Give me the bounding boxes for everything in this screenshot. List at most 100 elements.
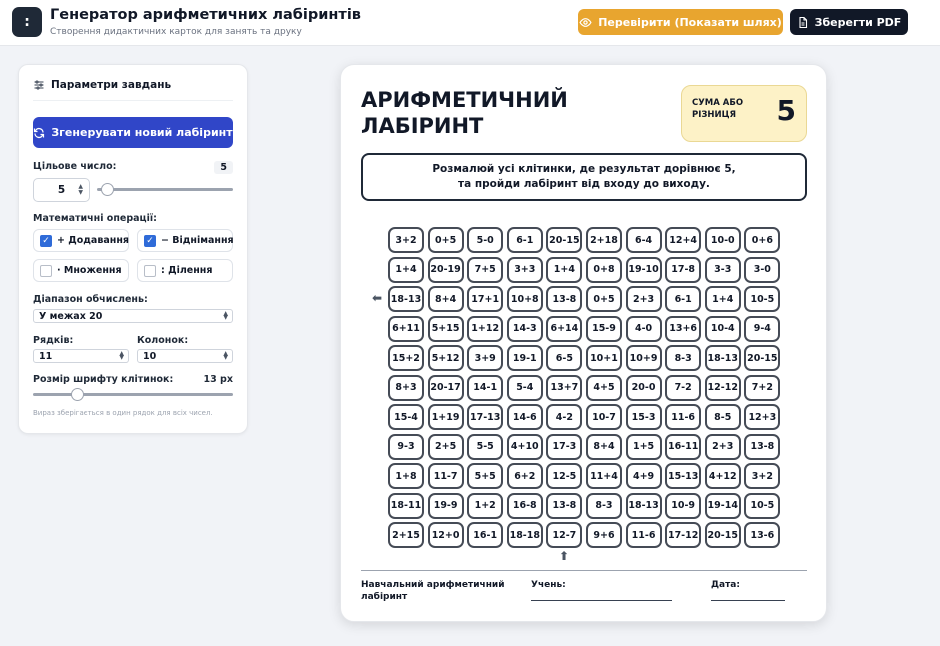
maze-cell[interactable]: 11-6 — [665, 404, 702, 430]
maze-cell[interactable]: 9+6 — [585, 522, 622, 548]
division-checkbox[interactable] — [144, 264, 156, 277]
maze-cell[interactable]: 15-9 — [585, 315, 622, 342]
maze-cell[interactable]: 16-1 — [467, 522, 504, 548]
maze-cell[interactable]: 9-3 — [388, 433, 424, 460]
maze-cell[interactable]: 15-4 — [388, 404, 424, 430]
maze-cell[interactable]: 6+14 — [546, 315, 583, 342]
maze-cell[interactable]: 8-3 — [585, 492, 622, 519]
maze-cell[interactable]: 20-15 — [704, 522, 741, 548]
maze-cell[interactable]: 17-8 — [665, 256, 702, 283]
maze-cell[interactable]: 13-6 — [744, 522, 781, 548]
maze-cell[interactable]: 15+2 — [388, 345, 424, 371]
maze-cell[interactable]: 0+8 — [585, 256, 622, 283]
maze-cell[interactable]: 16-8 — [506, 492, 543, 519]
maze-cell[interactable]: 5+12 — [427, 345, 464, 371]
maze-cell[interactable]: 9-4 — [744, 315, 781, 342]
maze-cell[interactable]: 10-7 — [585, 404, 622, 430]
maze-cell[interactable]: 10-5 — [744, 492, 781, 519]
maze-cell[interactable]: 7+2 — [744, 374, 781, 401]
maze-cell[interactable]: 6-1 — [506, 227, 543, 253]
maze-cell[interactable]: 2+3 — [704, 433, 741, 460]
maze-cell[interactable]: 5-0 — [467, 227, 504, 253]
maze-cell[interactable]: 5+15 — [427, 315, 464, 342]
maze-cell[interactable]: 1+12 — [467, 315, 504, 342]
maze-cell[interactable]: 15-3 — [625, 404, 662, 430]
maze-cell[interactable]: 1+5 — [625, 433, 662, 460]
maze-cell[interactable]: 3+2 — [388, 227, 424, 253]
maze-cell[interactable]: 17-12 — [665, 522, 702, 548]
maze-cell[interactable]: 1+4 — [388, 256, 424, 283]
maze-cell[interactable]: 6-4 — [625, 227, 662, 253]
font-slider-thumb[interactable] — [71, 388, 84, 401]
maze-cell[interactable]: 14-1 — [467, 374, 504, 401]
maze-cell[interactable]: 17-3 — [546, 433, 583, 460]
maze-cell[interactable]: 10-4 — [704, 315, 741, 342]
maze-cell[interactable]: 19-10 — [625, 256, 662, 283]
font-size-slider[interactable] — [33, 393, 233, 396]
op-division[interactable]: : Ділення — [137, 259, 233, 282]
maze-cell[interactable]: 10+8 — [506, 286, 543, 312]
maze-cell[interactable]: 4+9 — [625, 463, 662, 489]
maze-cell[interactable]: 12+4 — [665, 227, 702, 253]
subtraction-checkbox[interactable]: ✓ — [144, 234, 156, 247]
maze-cell[interactable]: 6+11 — [388, 315, 424, 342]
maze-cell[interactable]: 3+3 — [506, 256, 543, 283]
maze-cell[interactable]: 4+12 — [704, 463, 741, 489]
maze-cell[interactable]: 20-17 — [427, 374, 464, 401]
maze-cell[interactable]: 3-0 — [744, 256, 781, 283]
maze-cell[interactable]: 15-13 — [665, 463, 702, 489]
maze-cell[interactable]: 1+19 — [427, 404, 464, 430]
maze-cell[interactable]: 10-9 — [665, 492, 702, 519]
target-number-slider[interactable] — [97, 188, 233, 191]
maze-cell[interactable]: 1+8 — [388, 463, 424, 489]
generate-maze-button[interactable]: Згенерувати новий лабіринт — [33, 117, 233, 148]
op-multiplication[interactable]: · Множення — [33, 259, 129, 282]
maze-cell[interactable]: 19-1 — [506, 345, 543, 371]
maze-cell[interactable]: 5-4 — [506, 374, 543, 401]
maze-cell[interactable]: 19-14 — [704, 492, 741, 519]
maze-cell[interactable]: 18-13 — [625, 492, 662, 519]
maze-cell[interactable]: 1+2 — [467, 492, 504, 519]
maze-cell[interactable]: 7+5 — [467, 256, 504, 283]
maze-cell[interactable]: 13-8 — [744, 433, 781, 460]
check-path-button[interactable]: Перевірити (Показати шлях) — [578, 9, 783, 35]
maze-cell[interactable]: 4+5 — [585, 374, 622, 401]
maze-cell[interactable]: 1+4 — [546, 256, 583, 283]
maze-cell[interactable]: 18-13 — [388, 286, 424, 312]
maze-cell[interactable]: 8+4 — [427, 286, 464, 312]
maze-cell[interactable]: 17+1 — [467, 286, 504, 312]
save-pdf-button[interactable]: Зберегти PDF — [790, 9, 908, 35]
maze-cell[interactable]: 2+5 — [427, 433, 464, 460]
maze-cell[interactable]: 11+4 — [585, 463, 622, 489]
maze-cell[interactable]: 2+18 — [585, 227, 622, 253]
rows-select[interactable]: 11 ▲ ▼ — [33, 349, 129, 363]
maze-cell[interactable]: 20-15 — [744, 345, 781, 371]
maze-cell[interactable]: 13+6 — [665, 315, 702, 342]
op-subtraction[interactable]: ✓ − Віднімання — [137, 229, 234, 252]
addition-checkbox[interactable]: ✓ — [40, 234, 52, 247]
maze-cell[interactable]: 8+4 — [585, 433, 622, 460]
cols-select[interactable]: 10 ▲ ▼ — [137, 349, 233, 363]
maze-cell[interactable]: 4-2 — [546, 404, 583, 430]
maze-cell[interactable]: 16-11 — [665, 433, 702, 460]
maze-cell[interactable]: 12-7 — [546, 522, 583, 548]
maze-cell[interactable]: 3+2 — [744, 463, 781, 489]
maze-cell[interactable]: 11-6 — [625, 522, 662, 548]
maze-cell[interactable]: 10+9 — [625, 345, 662, 371]
maze-cell[interactable]: 18-13 — [704, 345, 741, 371]
range-select[interactable]: У межах 20 ▲ ▼ — [33, 309, 233, 323]
target-slider-thumb[interactable] — [100, 183, 114, 196]
maze-cell[interactable]: 10-5 — [744, 286, 781, 312]
maze-cell[interactable]: 13-8 — [546, 492, 583, 519]
maze-cell[interactable]: 19-9 — [427, 492, 464, 519]
maze-cell[interactable]: 6-5 — [546, 345, 583, 371]
maze-cell[interactable]: 8+3 — [388, 374, 424, 401]
maze-cell[interactable]: 6-1 — [665, 286, 702, 312]
maze-cell[interactable]: 10+1 — [585, 345, 622, 371]
maze-cell[interactable]: 0+6 — [744, 227, 781, 253]
maze-cell[interactable]: 14-3 — [506, 315, 543, 342]
maze-cell[interactable]: 5-5 — [467, 433, 504, 460]
maze-cell[interactable]: 20-0 — [625, 374, 662, 401]
maze-cell[interactable]: 12-5 — [546, 463, 583, 489]
maze-cell[interactable]: 18-18 — [506, 522, 543, 548]
